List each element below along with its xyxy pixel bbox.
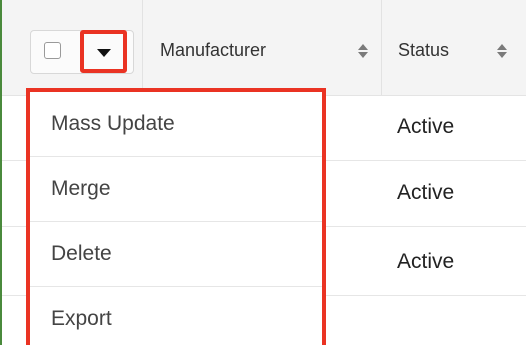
- sort-icon[interactable]: [358, 44, 368, 58]
- actions-dropdown-button[interactable]: [80, 30, 127, 73]
- status-cell: Active: [397, 181, 455, 204]
- column-divider: [142, 0, 143, 95]
- menu-item-delete[interactable]: Delete: [30, 222, 322, 286]
- select-all-checkbox[interactable]: [44, 42, 61, 59]
- status-cell: Active: [397, 115, 455, 138]
- column-header-manufacturer[interactable]: Manufacturer: [160, 40, 266, 61]
- sort-icon[interactable]: [497, 44, 507, 58]
- actions-dropdown-menu: Mass Update Merge Delete Export: [26, 88, 326, 345]
- menu-item-mass-update[interactable]: Mass Update: [30, 92, 322, 156]
- menu-item-export[interactable]: Export: [30, 287, 322, 351]
- menu-item-merge[interactable]: Merge: [30, 157, 322, 221]
- chevron-down-icon: [96, 49, 111, 57]
- status-cell: Active: [397, 250, 455, 273]
- column-divider: [381, 0, 382, 95]
- column-header-status[interactable]: Status: [398, 40, 449, 61]
